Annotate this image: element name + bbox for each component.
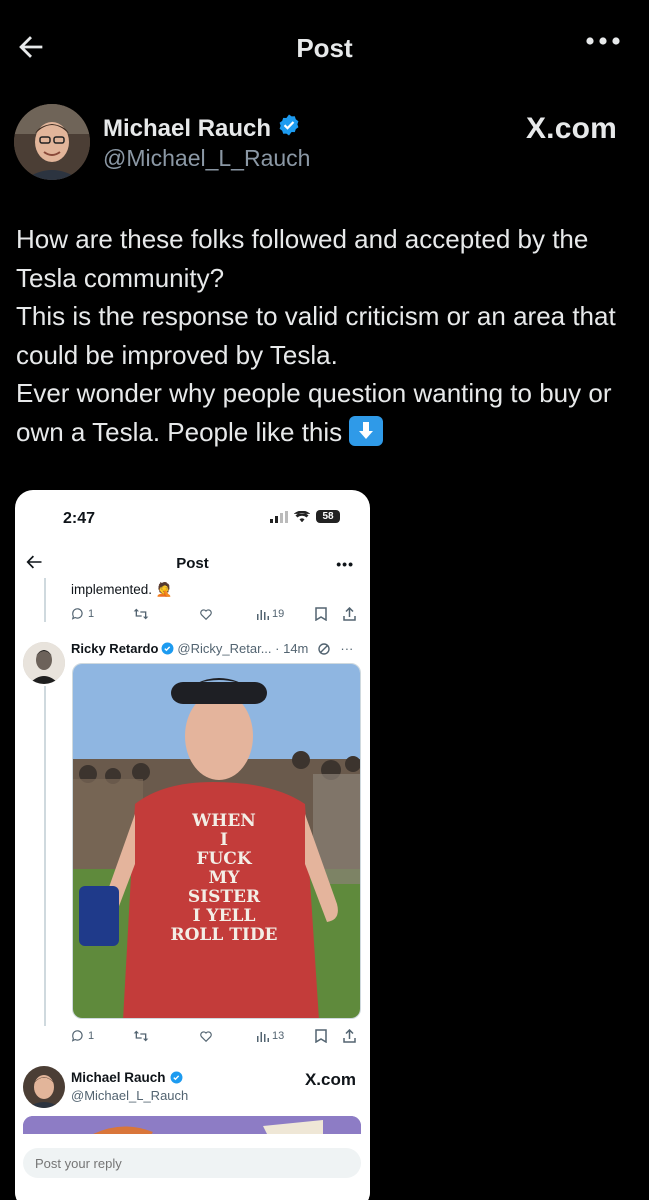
author-handle[interactable]: @Michael_L_Rauch bbox=[103, 145, 310, 172]
wifi-icon bbox=[294, 510, 310, 522]
reply-icon: 1 bbox=[71, 1029, 94, 1043]
like-icon bbox=[199, 607, 213, 621]
shirt-text: WHEN I FUCK MY SISTER I YELL ROLL TIDE bbox=[169, 812, 279, 945]
verified-badge-icon bbox=[170, 1071, 182, 1084]
shirt-line: MY bbox=[208, 868, 240, 888]
embedded-screenshot[interactable]: 2:47 58 Post ••• implemented. 🤦 1 19 Ric… bbox=[15, 490, 370, 1200]
post-text: How are these folks followed and accepte… bbox=[16, 220, 641, 451]
shirt-line: I YELL bbox=[192, 906, 256, 926]
down-arrow-emoji-icon bbox=[349, 415, 384, 446]
repost-icon bbox=[133, 1029, 149, 1043]
post-line-3-text: Ever wonder why people question wanting … bbox=[16, 378, 612, 447]
reply-count: 1 bbox=[88, 1030, 95, 1042]
reply-count: 1 bbox=[88, 608, 95, 620]
thread-text: implemented. 🤦 bbox=[71, 582, 173, 598]
page-title: Post bbox=[296, 33, 353, 63]
verified-badge-icon bbox=[161, 642, 174, 655]
thread-line bbox=[44, 686, 46, 1026]
more-options-icon: ··· bbox=[340, 641, 354, 656]
status-icons: 58 bbox=[270, 510, 340, 523]
top-bar: Post bbox=[0, 0, 649, 100]
views-count: 19 bbox=[272, 608, 285, 620]
post-photo: WHEN I FUCK MY SISTER I YELL ROLL TIDE bbox=[72, 663, 361, 1019]
share-icon bbox=[343, 1029, 356, 1043]
action-bar: 1 19 bbox=[71, 606, 370, 622]
reply-icon: 1 bbox=[71, 607, 94, 621]
quote-author-text: Michael Rauch bbox=[71, 1070, 166, 1085]
avatar[interactable] bbox=[14, 104, 90, 180]
shirt-line: FUCK bbox=[196, 849, 252, 869]
thread-line bbox=[44, 578, 46, 622]
views-count: 13 bbox=[272, 1030, 285, 1042]
reply-header: Ricky Retardo @Ricky_Retar... · 14m ··· bbox=[71, 641, 353, 656]
reply-handle-time: @Ricky_Retar... · 14m bbox=[177, 641, 309, 656]
share-icon bbox=[343, 607, 356, 621]
views-icon: 13 bbox=[257, 1030, 284, 1042]
shirt-line: I bbox=[220, 830, 228, 850]
bookmark-icon bbox=[315, 607, 327, 621]
thread-text-value: implemented. bbox=[71, 582, 153, 597]
quote-author-name: Michael Rauch bbox=[71, 1070, 183, 1085]
grok-icon bbox=[318, 642, 331, 655]
like-icon bbox=[199, 1029, 213, 1043]
quote-site-label: X.com bbox=[304, 1070, 356, 1089]
quote-avatar bbox=[23, 1066, 65, 1108]
reply-bar bbox=[15, 1134, 370, 1200]
battery-icon: 58 bbox=[316, 510, 340, 523]
reply-author-name: Ricky Retardo bbox=[71, 641, 159, 656]
back-arrow-icon[interactable] bbox=[14, 30, 54, 70]
embedded-title: Post bbox=[176, 555, 209, 572]
reply-input[interactable] bbox=[23, 1148, 361, 1178]
action-bar: 1 13 bbox=[71, 1028, 370, 1044]
views-icon: 19 bbox=[257, 608, 284, 620]
bookmark-icon bbox=[315, 1029, 327, 1043]
site-label: X.com bbox=[525, 112, 617, 145]
post-line-3: Ever wonder why people question wanting … bbox=[16, 374, 641, 451]
signal-icon bbox=[270, 510, 288, 523]
more-options-icon[interactable] bbox=[585, 34, 625, 64]
post-line-2: This is the response to valid criticism … bbox=[16, 301, 616, 370]
person-gesture-emoji-icon: 🤦 bbox=[155, 582, 173, 597]
post-line-1: How are these folks followed and accepte… bbox=[16, 224, 589, 293]
quote-author-handle: @Michael_L_Rauch bbox=[71, 1088, 189, 1103]
author-name[interactable]: Michael Rauch bbox=[103, 113, 301, 144]
verified-badge-icon bbox=[277, 113, 301, 144]
reply-avatar bbox=[23, 642, 65, 684]
more-options-icon: ••• bbox=[336, 556, 354, 572]
shirt-line: WHEN bbox=[192, 811, 256, 831]
shirt-line: ROLL TIDE bbox=[170, 925, 278, 945]
shirt-line: SISTER bbox=[187, 887, 261, 907]
repost-icon bbox=[133, 607, 149, 621]
status-time: 2:47 bbox=[63, 510, 96, 527]
author-name-text: Michael Rauch bbox=[103, 114, 272, 142]
